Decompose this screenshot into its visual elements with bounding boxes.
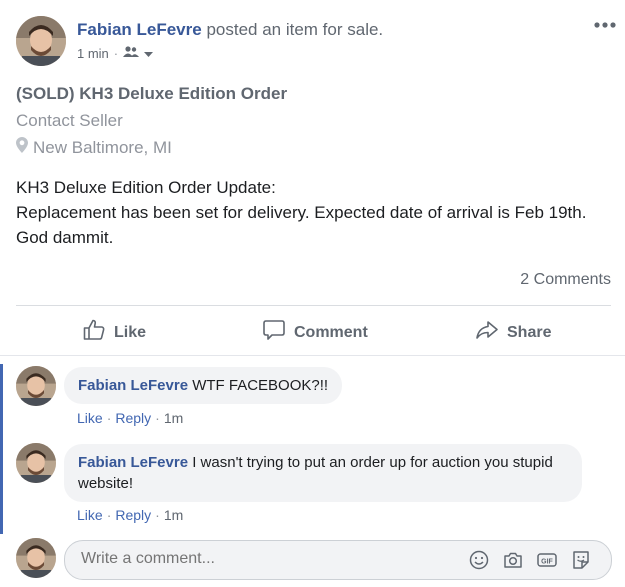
- post-body-line: God dammit.: [16, 228, 114, 247]
- comment-bubble: Fabian LeFevre I wasn't trying to put an…: [64, 444, 582, 502]
- comment-like-link[interactable]: Like: [77, 507, 103, 523]
- author-avatar[interactable]: [16, 16, 66, 66]
- comment-input[interactable]: [81, 550, 441, 568]
- emoji-icon[interactable]: [468, 549, 490, 571]
- contact-seller-link[interactable]: Contact Seller: [16, 111, 123, 131]
- commenter-avatar[interactable]: [16, 443, 56, 483]
- comment-timestamp[interactable]: 1m: [164, 507, 183, 523]
- post-timestamp[interactable]: 1 min: [77, 46, 109, 61]
- separator-dot: ·: [155, 507, 160, 523]
- sticker-icon[interactable]: [570, 549, 592, 571]
- location-pin-icon: [16, 137, 28, 158]
- like-label: Like: [114, 323, 147, 341]
- comment-bubble-icon: [262, 318, 286, 347]
- camera-icon[interactable]: [502, 549, 524, 571]
- comment-label: Comment: [294, 323, 368, 341]
- comment-actions: Like · Reply · 1m: [77, 410, 183, 426]
- commenter-avatar[interactable]: [16, 366, 56, 406]
- comment-bubble: Fabian LeFevre WTF FACEBOOK?!!: [64, 367, 343, 404]
- location-text: New Baltimore, MI: [33, 137, 172, 157]
- post-body-line: Replacement has been set for delivery. E…: [16, 203, 587, 222]
- comment-author-link[interactable]: Fabian LeFevre: [78, 377, 188, 394]
- comment-author-link[interactable]: Fabian LeFevre: [78, 454, 188, 471]
- meta-separator: ·: [113, 46, 119, 61]
- post-body-line: KH3 Deluxe Edition Order Update:: [16, 178, 276, 197]
- separator-dot: ·: [106, 410, 112, 426]
- author-name-link[interactable]: Fabian LeFevre: [77, 20, 202, 39]
- listing-location: New Baltimore, MI: [16, 137, 172, 158]
- comment-like-link[interactable]: Like: [77, 410, 103, 426]
- comment-composer[interactable]: GIF: [64, 540, 612, 580]
- divider: [16, 305, 611, 306]
- comment-text: WTF FACEBOOK?!!: [188, 377, 329, 394]
- svg-text:GIF: GIF: [541, 558, 553, 565]
- post-author-line: Fabian LeFevre posted an item for sale.: [77, 20, 383, 40]
- post-meta: 1 min ·: [77, 46, 154, 61]
- gif-icon[interactable]: GIF: [536, 549, 558, 571]
- separator-dot: ·: [155, 410, 160, 426]
- post-body: KH3 Deluxe Edition Order Update: Replace…: [16, 175, 616, 250]
- thread-indicator: [0, 364, 3, 534]
- like-button[interactable]: Like: [82, 318, 146, 347]
- comments-count-link[interactable]: 2 Comments: [520, 271, 611, 289]
- more-options-icon[interactable]: [593, 18, 617, 32]
- comment-actions: Like · Reply · 1m: [77, 507, 183, 523]
- friends-icon[interactable]: [123, 46, 140, 61]
- share-arrow-icon: [475, 318, 499, 347]
- thumbs-up-icon: [82, 318, 106, 347]
- chevron-down-icon[interactable]: [144, 46, 154, 61]
- listing-title[interactable]: (SOLD) KH3 Deluxe Edition Order: [16, 84, 287, 104]
- share-button[interactable]: Share: [475, 318, 551, 347]
- comment-button[interactable]: Comment: [262, 318, 368, 347]
- post-action-text: posted an item for sale.: [201, 20, 384, 39]
- share-label: Share: [507, 323, 552, 341]
- current-user-avatar[interactable]: [16, 538, 56, 578]
- post-card: Fabian LeFevre posted an item for sale. …: [0, 0, 625, 587]
- comment-reply-link[interactable]: Reply: [115, 410, 151, 426]
- comment-reply-link[interactable]: Reply: [115, 507, 151, 523]
- separator-dot: ·: [106, 507, 112, 523]
- comment-timestamp[interactable]: 1m: [164, 410, 183, 426]
